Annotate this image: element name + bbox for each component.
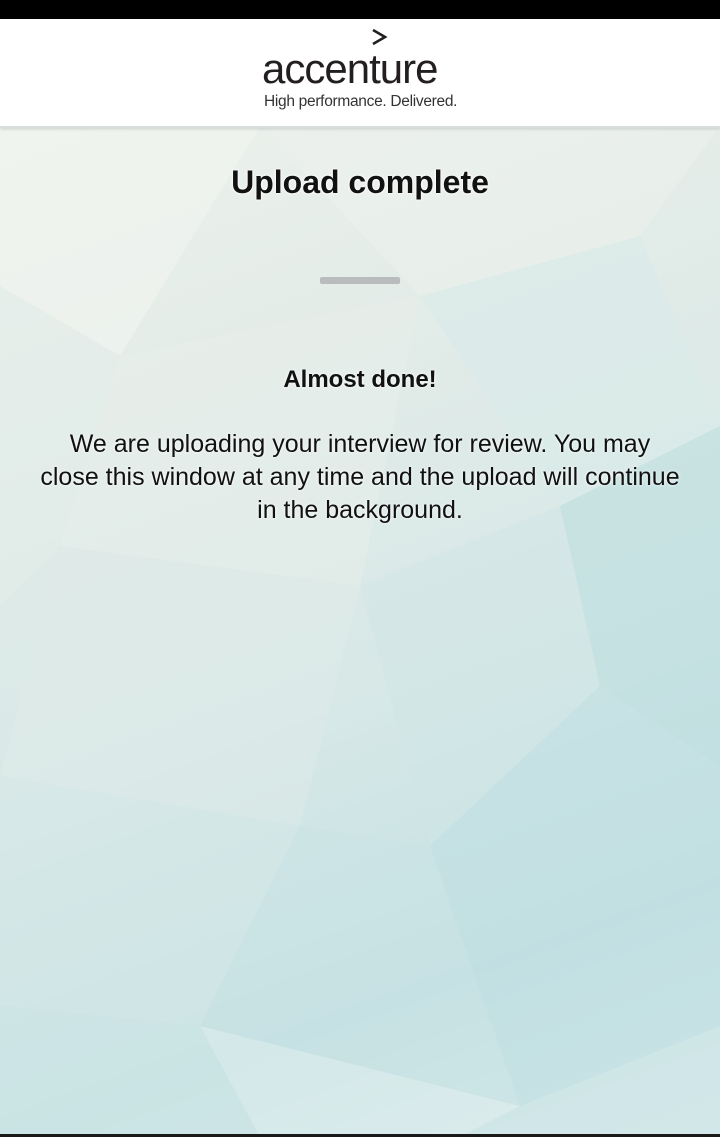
upload-status-panel: Upload complete Almost done! We are uplo… — [0, 126, 720, 1137]
accenture-logo: accenture High performance. Delivered. — [262, 27, 462, 117]
divider — [320, 277, 400, 284]
header: accenture High performance. Delivered. — [0, 19, 720, 128]
logo-wordmark: accenture — [262, 45, 438, 92]
status-message: We are uploading your interview for revi… — [40, 430, 680, 524]
status-bar — [0, 0, 720, 19]
status-heading: Almost done! — [283, 366, 437, 393]
page-title: Upload complete — [231, 164, 489, 200]
logo-tagline: High performance. Delivered. — [264, 93, 458, 110]
